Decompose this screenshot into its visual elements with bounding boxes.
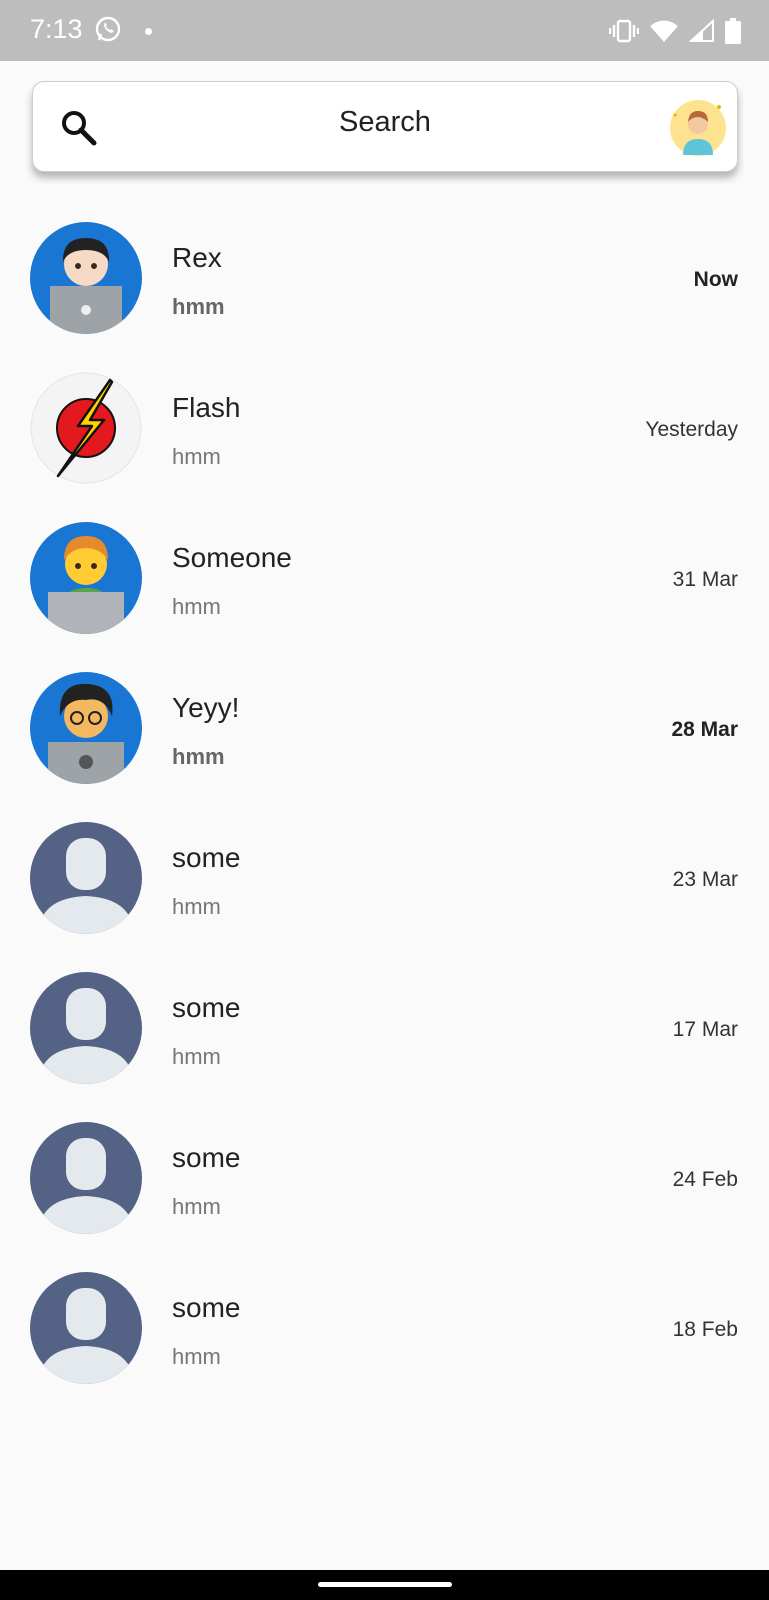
status-bar: 7:13 [0, 0, 769, 61]
chat-time: 18 Feb [672, 1318, 738, 1341]
battery-icon [725, 18, 741, 44]
search-label: Search [339, 106, 431, 138]
chat-last-message: hmm [172, 294, 225, 319]
chat-time: 23 Mar [672, 868, 738, 891]
notification-dot [145, 28, 152, 35]
chat-time: Now [693, 268, 738, 291]
default-person-avatar-icon [30, 1272, 142, 1384]
man-with-laptop-avatar-icon [30, 222, 142, 334]
chat-time: 28 Mar [671, 718, 738, 741]
chat-time: 17 Mar [672, 1018, 738, 1041]
chat-name: Someone [172, 542, 292, 573]
chat-name: some [172, 1142, 241, 1173]
signal-icon [689, 19, 714, 42]
chat-last-message: hmm [172, 1194, 221, 1219]
whatsapp-icon [95, 16, 121, 42]
nerd-technologist-avatar-icon [30, 672, 142, 784]
chat-item[interactable]: Yeyy! hmm 28 Mar [0, 672, 769, 822]
chat-item[interactable]: some hmm 17 Mar [0, 972, 769, 1122]
chat-name: some [172, 992, 241, 1023]
default-person-avatar-icon [30, 822, 142, 934]
wifi-icon [650, 20, 678, 42]
vibrate-icon [609, 19, 639, 43]
chat-name: some [172, 1292, 241, 1323]
chat-last-message: hmm [172, 1344, 221, 1369]
home-gesture-handle[interactable] [318, 1582, 452, 1587]
chat-last-message: hmm [172, 744, 225, 769]
search-bar[interactable]: Search [32, 81, 738, 172]
profile-avatar-icon[interactable] [669, 99, 727, 157]
chat-last-message: hmm [172, 444, 221, 469]
flash-logo-avatar-icon [30, 372, 142, 484]
chat-item[interactable]: Flash hmm Yesterday [0, 372, 769, 522]
chat-item[interactable]: some hmm 24 Feb [0, 1122, 769, 1272]
chat-item[interactable]: some hmm 18 Feb [0, 1272, 769, 1422]
chat-item[interactable]: Rex hmm Now [0, 222, 769, 372]
chat-item[interactable]: some hmm 23 Mar [0, 822, 769, 972]
status-time: 7:13 [30, 14, 83, 44]
chat-last-message: hmm [172, 1044, 221, 1069]
default-person-avatar-icon [30, 972, 142, 1084]
chat-item[interactable]: Someone hmm 31 Mar [0, 522, 769, 672]
status-icons [609, 16, 741, 46]
man-technologist-avatar-icon [30, 522, 142, 634]
chat-name: Flash [172, 392, 241, 423]
chat-last-message: hmm [172, 594, 221, 619]
chat-name: Yeyy! [172, 692, 240, 723]
chat-last-message: hmm [172, 894, 221, 919]
navigation-bar [0, 1570, 769, 1600]
chat-name: some [172, 842, 241, 873]
chat-time: Yesterday [645, 418, 738, 441]
chat-time: 31 Mar [672, 568, 738, 591]
default-person-avatar-icon [30, 1122, 142, 1234]
chat-time: 24 Feb [672, 1168, 738, 1191]
chat-name: Rex [172, 242, 222, 273]
